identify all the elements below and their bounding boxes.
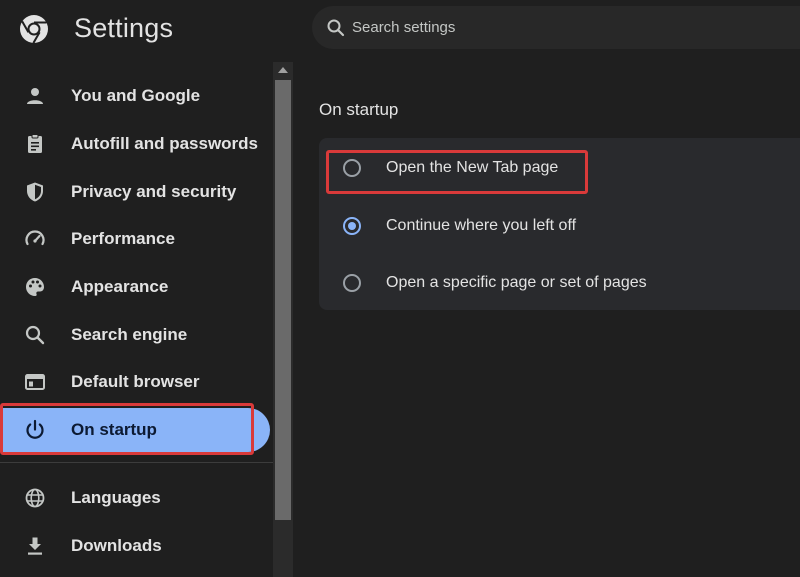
option-open-specific-pages[interactable]: Open a specific page or set of pages bbox=[319, 261, 800, 305]
sidebar-item-label: Search engine bbox=[71, 325, 188, 344]
shield-icon bbox=[27, 182, 43, 202]
sidebar-item-appearance[interactable]: Appearance bbox=[0, 265, 270, 309]
sidebar-item-you-and-google[interactable]: You and Google bbox=[0, 74, 270, 118]
sidebar-item-label: Languages bbox=[71, 488, 161, 507]
scroll-up-arrow-icon[interactable] bbox=[278, 67, 288, 73]
sidebar-item-autofill[interactable]: Autofill and passwords bbox=[0, 122, 270, 166]
download-icon bbox=[28, 537, 42, 555]
sidebar-item-label: On startup bbox=[71, 420, 157, 439]
clipboard-icon bbox=[28, 134, 42, 153]
sidebar-item-on-startup[interactable]: On startup bbox=[0, 408, 270, 452]
search-icon bbox=[327, 19, 345, 37]
sidebar-item-privacy[interactable]: Privacy and security bbox=[0, 170, 270, 214]
sidebar-item-label: Appearance bbox=[71, 277, 169, 296]
sidebar-item-label: Performance bbox=[71, 229, 175, 248]
radio-button[interactable] bbox=[343, 274, 361, 292]
speedometer-icon bbox=[25, 230, 45, 246]
sidebar-item-downloads[interactable]: Downloads bbox=[0, 524, 270, 568]
option-label: Open a specific page or set of pages bbox=[386, 274, 647, 291]
globe-icon bbox=[25, 488, 45, 508]
search-icon bbox=[25, 325, 45, 345]
sidebar-item-label: Autofill and passwords bbox=[71, 134, 259, 153]
sidebar-item-label: Downloads bbox=[71, 536, 162, 555]
radio-button[interactable] bbox=[343, 159, 361, 177]
option-label: Open the New Tab page bbox=[386, 159, 559, 176]
sidebar-item-performance[interactable]: Performance bbox=[0, 217, 270, 261]
search-placeholder: Search settings bbox=[352, 19, 456, 36]
sidebar-item-label: Default browser bbox=[71, 372, 200, 391]
section-title: On startup bbox=[319, 100, 399, 119]
search-input[interactable]: Search settings bbox=[312, 6, 800, 49]
chrome-logo-icon bbox=[20, 15, 48, 44]
sidebar: You and Google Autofill and passwords Pr… bbox=[0, 58, 273, 577]
top-bar: Settings Search settings bbox=[0, 0, 800, 58]
radio-button-checked[interactable] bbox=[343, 217, 361, 235]
browser-window-icon bbox=[25, 374, 45, 390]
person-icon bbox=[27, 88, 43, 104]
sidebar-item-label: You and Google bbox=[71, 86, 201, 105]
sidebar-item-languages[interactable]: Languages bbox=[0, 476, 270, 520]
option-label: Continue where you left off bbox=[386, 217, 577, 234]
sidebar-item-search-engine[interactable]: Search engine bbox=[0, 313, 270, 357]
option-open-new-tab[interactable]: Open the New Tab page bbox=[319, 146, 800, 190]
power-icon bbox=[26, 419, 44, 439]
sidebar-item-label: Privacy and security bbox=[71, 182, 237, 201]
sidebar-divider bbox=[0, 462, 273, 463]
sidebar-item-default-browser[interactable]: Default browser bbox=[0, 360, 270, 404]
palette-icon bbox=[26, 278, 44, 296]
option-continue-where-left-off[interactable]: Continue where you left off bbox=[319, 204, 800, 248]
page-title: Settings bbox=[74, 13, 174, 43]
scrollbar-thumb[interactable] bbox=[275, 80, 291, 520]
